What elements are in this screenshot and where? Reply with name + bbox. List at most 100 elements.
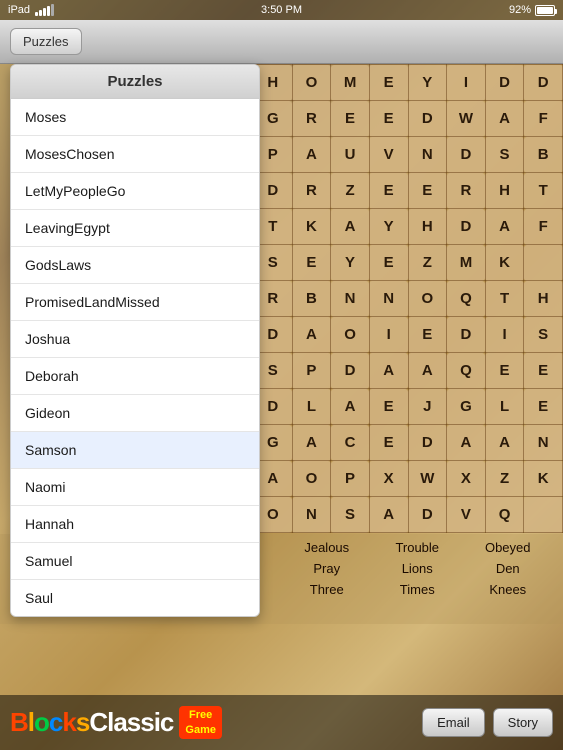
word-item[interactable]: Times <box>372 580 463 599</box>
grid-cell[interactable]: D <box>408 101 447 137</box>
grid-cell[interactable]: R <box>292 101 331 137</box>
grid-cell[interactable]: R <box>447 173 486 209</box>
grid-cell[interactable]: E <box>408 317 447 353</box>
grid-cell[interactable]: B <box>292 281 331 317</box>
grid-cell[interactable]: F <box>524 101 563 137</box>
grid-cell[interactable]: E <box>524 389 563 425</box>
grid-cell[interactable]: A <box>331 389 370 425</box>
grid-cell[interactable]: Q <box>447 353 486 389</box>
grid-cell[interactable]: Z <box>331 173 370 209</box>
word-item[interactable]: Obeyed <box>463 538 554 557</box>
grid-cell[interactable]: P <box>331 461 370 497</box>
email-button[interactable]: Email <box>422 708 485 737</box>
grid-cell[interactable]: O <box>408 281 447 317</box>
grid-cell[interactable]: B <box>524 137 563 173</box>
grid-cell[interactable]: D <box>447 317 486 353</box>
puzzle-item-samson[interactable]: Samson <box>11 432 259 469</box>
grid-cell[interactable]: P <box>292 353 331 389</box>
grid-cell[interactable]: E <box>369 65 408 101</box>
puzzle-item-deborah[interactable]: Deborah <box>11 358 259 395</box>
grid-cell[interactable]: T <box>524 173 563 209</box>
word-item[interactable]: Trouble <box>372 538 463 557</box>
puzzle-item-samuel[interactable]: Samuel <box>11 543 259 580</box>
word-item[interactable]: Lions <box>372 559 463 578</box>
grid-cell[interactable]: A <box>485 425 524 461</box>
grid-cell[interactable]: X <box>369 461 408 497</box>
grid-cell[interactable]: U <box>331 137 370 173</box>
grid-cell[interactable]: Y <box>408 65 447 101</box>
grid-cell[interactable]: E <box>331 101 370 137</box>
grid-cell[interactable]: E <box>292 245 331 281</box>
grid-cell[interactable]: T <box>485 281 524 317</box>
grid-cell[interactable]: F <box>524 209 563 245</box>
grid-cell[interactable]: D <box>331 353 370 389</box>
grid-cell[interactable]: Q <box>447 281 486 317</box>
puzzle-item-gideon[interactable]: Gideon <box>11 395 259 432</box>
grid-cell[interactable]: E <box>369 245 408 281</box>
grid-cell[interactable]: A <box>485 101 524 137</box>
grid-cell[interactable]: L <box>485 389 524 425</box>
grid-cell[interactable]: K <box>485 245 524 281</box>
grid-cell[interactable]: E <box>369 101 408 137</box>
puzzle-item-leavingegypt[interactable]: LeavingEgypt <box>11 210 259 247</box>
grid-cell[interactable]: J <box>408 389 447 425</box>
grid-cell[interactable]: K <box>524 461 563 497</box>
puzzle-item-joshua[interactable]: Joshua <box>11 321 259 358</box>
puzzle-item-promisedlandmissed[interactable]: PromisedLandMissed <box>11 284 259 321</box>
grid-cell[interactable]: Y <box>369 209 408 245</box>
grid-cell[interactable]: D <box>408 497 447 533</box>
grid-cell[interactable]: N <box>369 281 408 317</box>
grid-cell[interactable]: A <box>485 209 524 245</box>
puzzle-item-letmypeoplego[interactable]: LetMyPeopleGo <box>11 173 259 210</box>
word-item[interactable]: Three <box>282 580 373 599</box>
puzzle-item-moses[interactable]: Moses <box>11 99 259 136</box>
puzzles-button[interactable]: Puzzles <box>10 28 82 55</box>
grid-cell[interactable]: M <box>447 245 486 281</box>
grid-cell[interactable]: E <box>369 389 408 425</box>
grid-cell[interactable]: Q <box>485 497 524 533</box>
grid-cell[interactable]: G <box>447 389 486 425</box>
grid-cell[interactable]: S <box>331 497 370 533</box>
grid-cell[interactable] <box>524 245 563 281</box>
grid-cell[interactable]: H <box>408 209 447 245</box>
word-item[interactable]: Den <box>463 559 554 578</box>
story-button[interactable]: Story <box>493 708 553 737</box>
grid-cell[interactable]: E <box>524 353 563 389</box>
grid-cell[interactable]: A <box>292 317 331 353</box>
grid-cell[interactable]: M <box>331 65 370 101</box>
grid-cell[interactable]: S <box>485 137 524 173</box>
grid-cell[interactable]: Y <box>331 245 370 281</box>
grid-cell[interactable]: H <box>485 173 524 209</box>
grid-cell[interactable]: A <box>292 425 331 461</box>
grid-cell[interactable]: I <box>485 317 524 353</box>
grid-cell[interactable]: R <box>292 173 331 209</box>
grid-cell[interactable]: A <box>292 137 331 173</box>
puzzle-item-moseschosen[interactable]: MosesChosen <box>11 136 259 173</box>
grid-cell[interactable]: D <box>485 65 524 101</box>
grid-cell[interactable]: W <box>408 461 447 497</box>
grid-cell[interactable]: O <box>292 65 331 101</box>
grid-cell[interactable]: N <box>408 137 447 173</box>
grid-cell[interactable]: S <box>524 317 563 353</box>
grid-cell[interactable]: E <box>485 353 524 389</box>
grid-cell[interactable]: A <box>408 353 447 389</box>
grid-cell[interactable]: E <box>369 173 408 209</box>
grid-cell[interactable]: K <box>292 209 331 245</box>
grid-cell[interactable]: N <box>524 425 563 461</box>
grid-cell[interactable]: L <box>292 389 331 425</box>
grid-cell[interactable]: O <box>331 317 370 353</box>
grid-cell[interactable] <box>524 497 563 533</box>
puzzle-item-godslaws[interactable]: GodsLaws <box>11 247 259 284</box>
grid-cell[interactable]: D <box>447 209 486 245</box>
puzzle-item-hannah[interactable]: Hannah <box>11 506 259 543</box>
grid-cell[interactable]: I <box>447 65 486 101</box>
grid-cell[interactable]: D <box>447 137 486 173</box>
grid-cell[interactable]: X <box>447 461 486 497</box>
grid-cell[interactable]: H <box>524 281 563 317</box>
word-item[interactable]: Pray <box>282 559 373 578</box>
grid-cell[interactable]: A <box>369 497 408 533</box>
grid-cell[interactable]: A <box>369 353 408 389</box>
grid-cell[interactable]: A <box>331 209 370 245</box>
grid-cell[interactable]: D <box>408 425 447 461</box>
grid-cell[interactable]: E <box>408 173 447 209</box>
